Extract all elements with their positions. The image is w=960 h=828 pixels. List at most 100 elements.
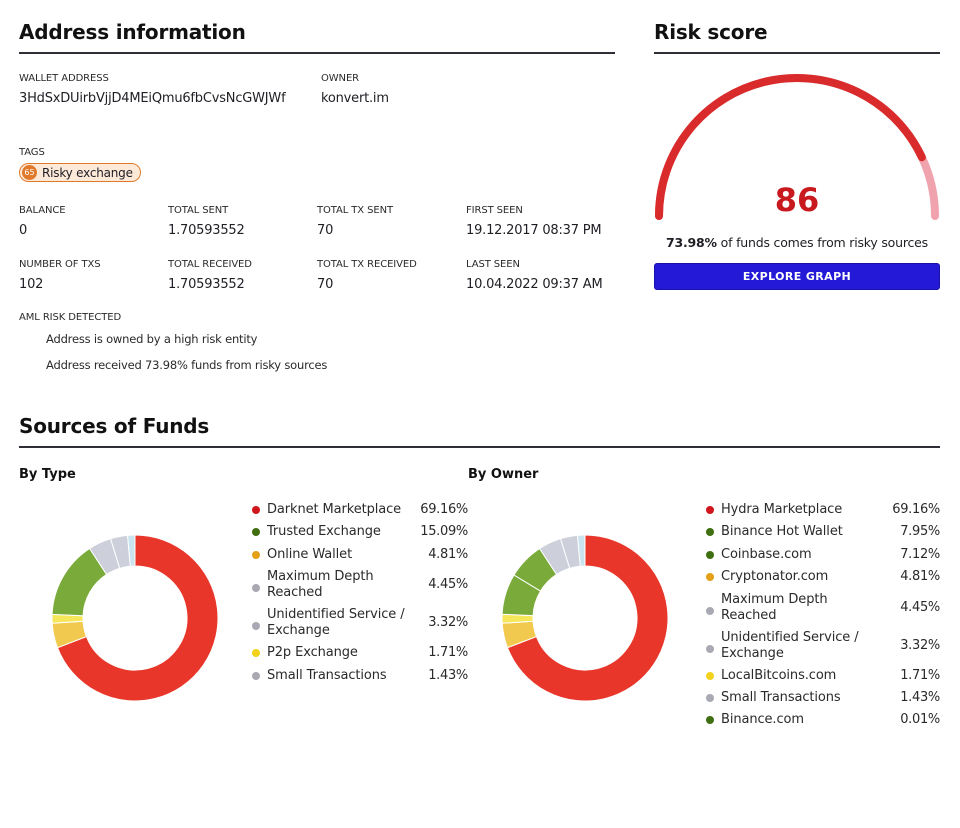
legend-label: Maximum Depth Reached: [267, 569, 374, 601]
legend-dot-icon: [252, 550, 260, 559]
by-owner-title: By Owner: [468, 467, 539, 482]
risk-score-title: Risk score: [654, 20, 768, 44]
total-received-label: TOTAL RECEIVED: [168, 259, 252, 270]
legend-item[interactable]: Maximum Depth Reached 4.45%: [706, 592, 940, 630]
legend-value: 7.12%: [900, 546, 940, 562]
wallet-address-value[interactable]: 3HdSxDUirbVjjD4MEiQmu6fbCvsNcGWJWf: [19, 91, 286, 106]
legend-item[interactable]: Trusted Exchange 15.09%: [252, 524, 468, 546]
legend-item[interactable]: Darknet Marketplace 69.16%: [252, 502, 468, 524]
legend-dot-icon: [252, 528, 260, 537]
legend-item[interactable]: Coinbase.com 7.12%: [706, 547, 940, 569]
legend-dot-icon: [252, 649, 260, 658]
owner-label: OWNER: [321, 73, 360, 84]
legend-item[interactable]: Hydra Marketplace 69.16%: [706, 502, 940, 524]
risk-score-divider: [654, 52, 940, 54]
tags-label: TAGS: [19, 147, 45, 158]
last-seen-value: 10.04.2022 09:37 AM: [466, 277, 603, 292]
risk-funds-text: of funds comes from risky sources: [716, 235, 929, 250]
legend-label: Hydra Marketplace: [721, 502, 843, 517]
legend-label: LocalBitcoins.com: [721, 667, 837, 683]
legend-dot-icon: [706, 550, 714, 559]
by-type-title: By Type: [19, 467, 76, 482]
legend-item[interactable]: Unidentified Service / Exchange 3.32%: [252, 607, 468, 645]
legend-value: 4.81%: [428, 546, 468, 562]
legend-label: Small Transactions: [267, 667, 387, 683]
explore-graph-button[interactable]: EXPLORE GRAPH: [654, 263, 940, 290]
legend-label: Trusted Exchange: [267, 524, 381, 540]
legend-label: Maximum Depth Reached: [721, 591, 828, 623]
legend-item[interactable]: Online Wallet 4.81%: [252, 547, 468, 569]
by-owner-donut-chart: [501, 534, 669, 702]
by-type-donut-chart: [51, 534, 219, 702]
first-seen-value: 19.12.2017 08:37 PM: [466, 223, 602, 238]
legend-dot-icon: [706, 694, 714, 702]
legend-value: 7.95%: [900, 524, 940, 540]
tag-score-badge: 65: [22, 165, 37, 180]
legend-item[interactable]: LocalBitcoins.com 1.71%: [706, 668, 940, 690]
legend-item[interactable]: Cryptonator.com 4.81%: [706, 569, 940, 591]
last-seen-label: LAST SEEN: [466, 259, 520, 270]
tag-risky-exchange[interactable]: 65 Risky exchange: [19, 163, 141, 182]
legend-label: Unidentified Service / Exchange: [721, 629, 859, 661]
legend-dot-icon: [706, 606, 714, 615]
total-tx-sent-value: 70: [317, 223, 334, 238]
legend-label: Darknet Marketplace: [267, 502, 402, 517]
number-of-txs-value: 102: [19, 277, 44, 292]
legend-dot-icon: [252, 584, 260, 593]
total-tx-sent-label: TOTAL TX SENT: [317, 205, 393, 216]
wallet-address-label: WALLET ADDRESS: [19, 73, 109, 84]
by-owner-legend: Hydra Marketplace 69.16% Binance Hot Walle…: [706, 502, 940, 732]
legend-dot-icon: [706, 506, 714, 514]
aml-risk-item: Address is owned by a high risk entity: [46, 332, 258, 346]
legend-value: 1.43%: [900, 690, 940, 705]
legend-value: 1.43%: [428, 667, 468, 683]
risk-funds-note: 73.98% of funds comes from risky sources: [654, 235, 940, 250]
sources-divider: [19, 446, 940, 448]
total-tx-received-value: 70: [317, 277, 334, 292]
total-received-value: 1.70593552: [168, 277, 245, 292]
legend-label: Small Transactions: [721, 690, 841, 705]
balance-value: 0: [19, 223, 28, 238]
legend-dot-icon: [252, 506, 260, 514]
legend-dot-icon: [706, 528, 714, 537]
legend-value: 69.16%: [892, 502, 940, 517]
legend-value: 4.45%: [428, 577, 468, 593]
legend-value: 3.32%: [428, 615, 468, 631]
risk-score-value: 86: [774, 181, 820, 219]
legend-dot-icon: [706, 573, 714, 582]
aml-risk-label: AML RISK DETECTED: [19, 312, 122, 323]
total-sent-value: 1.70593552: [168, 223, 245, 238]
legend-dot-icon: [252, 671, 260, 680]
legend-value: 0.01%: [900, 712, 940, 728]
legend-dot-icon: [706, 716, 714, 725]
total-tx-received-label: TOTAL TX RECEIVED: [317, 259, 417, 270]
tag-label: Risky exchange: [42, 165, 133, 180]
legend-label: Online Wallet: [267, 546, 353, 562]
legend-value: 4.81%: [900, 569, 940, 585]
aml-risk-item: Address received 73.98% funds from risky…: [46, 358, 328, 372]
legend-value: 4.45%: [900, 599, 940, 615]
legend-item[interactable]: Small Transactions 1.43%: [706, 690, 940, 712]
risk-funds-percent: 73.98%: [666, 235, 717, 250]
number-of-txs-label: NUMBER OF TXS: [19, 259, 101, 270]
legend-dot-icon: [252, 622, 260, 631]
legend-item[interactable]: Binance Hot Wallet 7.95%: [706, 524, 940, 546]
legend-value: 15.09%: [420, 524, 468, 540]
legend-item[interactable]: Binance.com 0.01%: [706, 712, 940, 734]
legend-item[interactable]: Maximum Depth Reached 4.45%: [252, 569, 468, 607]
address-info-title: Address information: [19, 20, 246, 44]
owner-value[interactable]: konvert.im: [321, 91, 389, 106]
legend-item[interactable]: Small Transactions 1.43%: [252, 668, 468, 690]
legend-item[interactable]: Unidentified Service / Exchange 3.32%: [706, 630, 940, 668]
legend-label: Binance.com: [721, 712, 804, 728]
by-type-legend: Darknet Marketplace 69.16% Trusted Exchang…: [252, 502, 468, 692]
legend-label: Binance Hot Wallet: [721, 524, 843, 540]
legend-value: 69.16%: [420, 502, 468, 517]
legend-value: 3.32%: [900, 637, 940, 653]
sources-of-funds-title: Sources of Funds: [19, 414, 210, 438]
balance-label: BALANCE: [19, 205, 66, 216]
legend-dot-icon: [706, 644, 714, 653]
legend-label: Unidentified Service / Exchange: [267, 607, 405, 639]
legend-value: 1.71%: [428, 645, 468, 661]
legend-item[interactable]: P2p Exchange 1.71%: [252, 645, 468, 667]
